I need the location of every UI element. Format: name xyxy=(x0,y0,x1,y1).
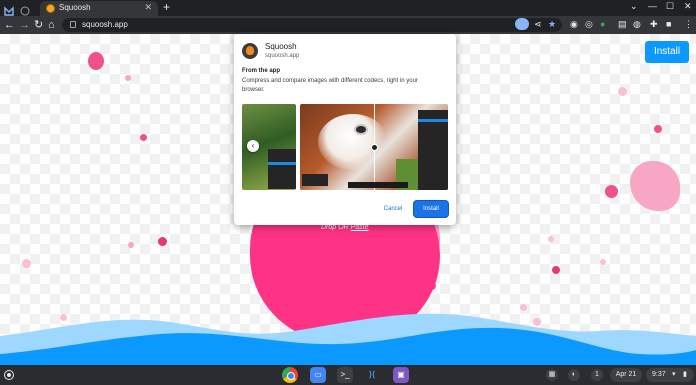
maximize-button[interactable]: ☐ xyxy=(666,1,674,12)
app-icon[interactable]: ▣ xyxy=(393,367,409,383)
status-tray[interactable]: 9:37 ▾ ▮ xyxy=(646,368,694,382)
compare-knob xyxy=(371,144,378,151)
terminal-icon[interactable]: >_ xyxy=(337,367,353,383)
browser-toolbar: ← → ↻ ⌂ squoosh.app ⋖ ★ ◉ ◎ ● ▤ ◍ ✚ ■ ⋮ xyxy=(0,16,696,34)
squoosh-favicon-icon xyxy=(46,4,55,13)
squoosh-app-icon xyxy=(242,43,258,59)
dialog-description: Compress and compare images with differe… xyxy=(242,78,418,93)
page-install-button[interactable]: Install xyxy=(645,41,689,63)
url-text[interactable]: squoosh.app xyxy=(82,20,128,29)
share-icon[interactable]: ⋖ xyxy=(534,18,542,30)
screenshot-tray-icon[interactable]: ▦ xyxy=(546,369,558,381)
screenshot-left-bar xyxy=(302,174,328,186)
tab-title: Squoosh xyxy=(59,3,91,12)
screenshot-panel xyxy=(418,110,448,190)
install-app-icon[interactable] xyxy=(515,18,529,30)
puzzle-extensions-icon[interactable]: ✚ xyxy=(650,18,658,30)
wifi-icon: ▾ xyxy=(672,371,676,378)
minimize-button[interactable]: — xyxy=(648,1,657,11)
notification-count[interactable]: 1 xyxy=(591,369,603,381)
files-icon[interactable]: ▭ xyxy=(310,367,326,383)
profile-avatar-icon[interactable]: ■ xyxy=(666,18,671,30)
tab-search-icon[interactable]: ⌄ xyxy=(630,1,638,12)
back-button[interactable]: ← xyxy=(4,18,15,32)
screenshot-highlight xyxy=(418,119,448,122)
tab-strip: Squoosh ✕ + ⌄ — ☐ ✕ xyxy=(0,0,696,16)
tab-group-icon[interactable] xyxy=(20,3,30,16)
date-tray[interactable]: Apr 21 xyxy=(610,368,642,382)
tote-icon[interactable]: ◐ xyxy=(568,369,580,381)
tab-squoosh[interactable]: Squoosh ✕ xyxy=(40,1,158,16)
install-app-dialog: Squoosh squoosh.app From the app Compres… xyxy=(234,34,456,225)
chrome-icon[interactable] xyxy=(282,367,298,383)
extension-icon[interactable]: ● xyxy=(600,18,605,30)
extension-icon[interactable]: ◉ xyxy=(570,18,578,30)
cancel-button[interactable]: Cancel xyxy=(378,201,408,217)
lock-icon[interactable] xyxy=(70,21,76,28)
screenshot-panel xyxy=(268,149,296,189)
home-button[interactable]: ⌂ xyxy=(48,18,55,32)
dialog-app-host: squoosh.app xyxy=(265,53,300,59)
vscode-icon[interactable]: ⟩⟨ xyxy=(364,367,380,383)
clock-time: 9:37 xyxy=(652,371,666,378)
dialog-app-name: Squoosh xyxy=(265,42,297,51)
extension-icon[interactable]: ◎ xyxy=(585,18,593,30)
launcher-icon[interactable] xyxy=(4,370,14,380)
battery-icon: ▮ xyxy=(683,371,687,378)
menu-kebab-icon[interactable]: ⋮ xyxy=(684,18,693,30)
screenshot-highlight xyxy=(268,162,296,165)
reload-button[interactable]: ↻ xyxy=(34,18,43,32)
chromeos-shelf: ▭ >_ ⟩⟨ ▣ ▦ ◐ 1 Apr 21 9:37 ▾ ▮ xyxy=(0,365,696,385)
dialog-from-heading: From the app xyxy=(242,68,281,74)
tab-close-icon[interactable]: ✕ xyxy=(144,2,152,13)
new-tab-button[interactable]: + xyxy=(163,0,170,14)
carousel-prev-button[interactable]: ‹ xyxy=(247,140,259,152)
extension-icon[interactable]: ▤ xyxy=(618,18,627,30)
forward-button[interactable]: → xyxy=(19,18,30,32)
screenshot-eye xyxy=(354,124,368,135)
bookmark-star-icon[interactable]: ★ xyxy=(548,18,556,30)
gmail-icon[interactable] xyxy=(4,3,14,16)
address-bar[interactable]: squoosh.app xyxy=(62,18,562,32)
install-button[interactable]: Install xyxy=(414,201,448,217)
close-window-button[interactable]: ✕ xyxy=(684,1,692,12)
screenshot-face xyxy=(318,114,388,170)
extension-icon[interactable]: ◍ xyxy=(633,18,641,30)
screenshot-bottom-bar xyxy=(348,182,408,188)
app-screenshot-2 xyxy=(300,104,448,190)
